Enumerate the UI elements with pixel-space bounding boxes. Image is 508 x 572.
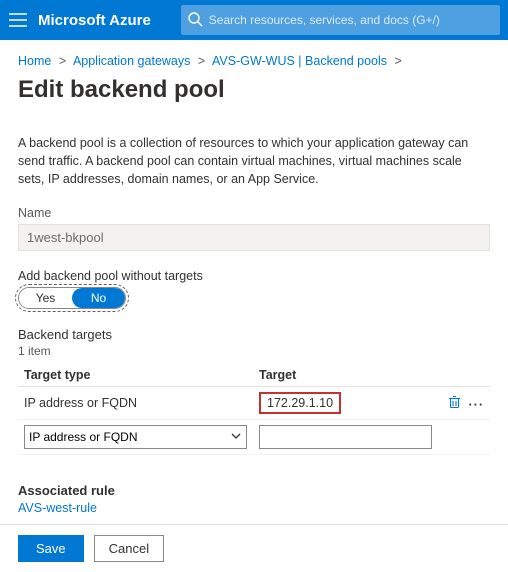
cancel-button[interactable]: Cancel bbox=[94, 535, 164, 562]
col-target: Target bbox=[253, 364, 438, 387]
targets-count: 1 item bbox=[18, 344, 490, 358]
associated-rule-heading: Associated rule bbox=[18, 483, 490, 498]
target-value-cell: 172.29.1.10 bbox=[259, 392, 341, 414]
breadcrumb: Home > Application gateways > AVS-GW-WUS… bbox=[18, 54, 490, 68]
footer-bar: Save Cancel bbox=[0, 524, 508, 572]
col-target-type: Target type bbox=[18, 364, 253, 387]
target-type-cell: IP address or FQDN bbox=[18, 387, 253, 420]
search-icon bbox=[187, 11, 203, 30]
delete-icon[interactable] bbox=[448, 398, 464, 412]
toggle-no[interactable]: No bbox=[72, 288, 125, 308]
chevron-right-icon: > bbox=[59, 54, 66, 68]
target-type-select[interactable]: IP address or FQDN bbox=[24, 425, 247, 449]
top-bar: Microsoft Azure bbox=[0, 0, 508, 40]
page-title: Edit backend pool bbox=[18, 76, 490, 104]
menu-icon[interactable] bbox=[8, 10, 28, 30]
name-label: Name bbox=[18, 206, 490, 220]
breadcrumb-current[interactable]: AVS-GW-WUS | Backend pools bbox=[212, 54, 387, 68]
global-search[interactable] bbox=[181, 5, 500, 35]
chevron-right-icon: > bbox=[395, 54, 402, 68]
more-icon[interactable]: ··· bbox=[469, 398, 485, 412]
breadcrumb-home[interactable]: Home bbox=[18, 54, 51, 68]
toggle-yes[interactable]: Yes bbox=[19, 288, 72, 308]
table-row: IP address or FQDN 172.29.1.10 ··· bbox=[18, 387, 490, 420]
brand-label: Microsoft Azure bbox=[38, 12, 151, 29]
table-row-new: IP address or FQDN bbox=[18, 420, 490, 455]
targets-table: Target type Target IP address or FQDN 17… bbox=[18, 364, 490, 455]
without-targets-toggle[interactable]: Yes No bbox=[18, 287, 126, 309]
breadcrumb-appgateways[interactable]: Application gateways bbox=[73, 54, 190, 68]
save-button[interactable]: Save bbox=[18, 535, 84, 562]
content-area: Home > Application gateways > AVS-GW-WUS… bbox=[0, 40, 508, 524]
page-description: A backend pool is a collection of resour… bbox=[18, 134, 490, 188]
chevron-right-icon: > bbox=[198, 54, 205, 68]
name-input bbox=[18, 224, 490, 251]
without-targets-label: Add backend pool without targets bbox=[18, 269, 490, 283]
associated-rule-section: Associated rule AVS-west-rule bbox=[18, 483, 490, 515]
associated-rule-link[interactable]: AVS-west-rule bbox=[18, 501, 97, 515]
target-value-input[interactable] bbox=[259, 425, 432, 449]
search-input[interactable] bbox=[181, 5, 500, 35]
targets-heading: Backend targets bbox=[18, 327, 490, 342]
